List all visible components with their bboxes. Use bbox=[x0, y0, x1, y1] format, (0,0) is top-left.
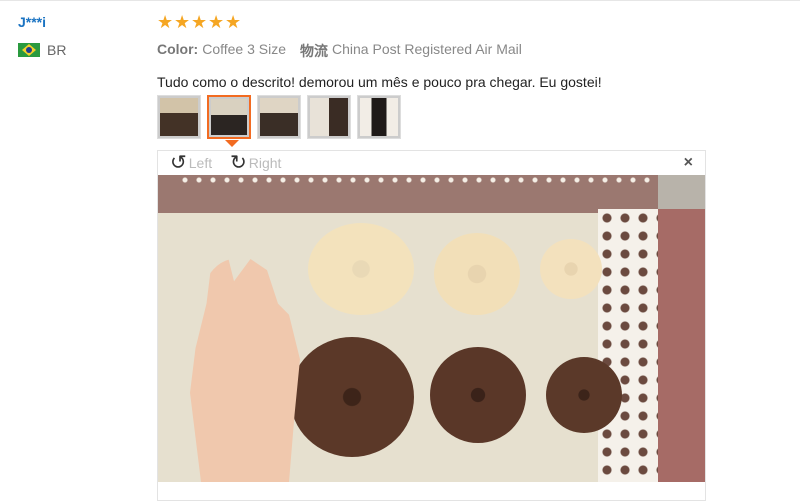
star-icon: ★ bbox=[208, 12, 225, 32]
photo-thumbnails bbox=[157, 95, 401, 139]
color-value: Coffee 3 Size bbox=[202, 41, 287, 57]
review-photo bbox=[158, 175, 705, 482]
star-icon: ★ bbox=[191, 12, 208, 32]
reviewer-name[interactable]: J***i bbox=[18, 14, 66, 30]
thumbnail-active[interactable] bbox=[207, 95, 251, 139]
brazil-flag-icon bbox=[18, 43, 40, 57]
thumbnail[interactable] bbox=[357, 95, 401, 139]
rotate-right-button[interactable]: ↻ Right bbox=[230, 153, 281, 173]
thumbnail[interactable] bbox=[307, 95, 351, 139]
rotate-left-icon: ↺ bbox=[170, 152, 187, 174]
star-icon: ★ bbox=[157, 12, 174, 32]
review-body: ★ ★ ★ ★ ★ Color: Coffee 3 Size 物流 China Po… bbox=[157, 12, 717, 90]
color-label: Color: bbox=[157, 41, 199, 57]
rotate-right-icon: ↻ bbox=[230, 152, 247, 174]
rotate-left-label: Left bbox=[188, 155, 213, 171]
reviewer-info: J***i BR bbox=[18, 14, 66, 58]
active-thumbnail-caret bbox=[225, 140, 239, 147]
photo-viewer: ↺ Left ↻ Right × bbox=[157, 150, 706, 501]
thumbnail[interactable] bbox=[157, 95, 201, 139]
star-icon: ★ bbox=[225, 12, 242, 32]
top-divider bbox=[0, 0, 800, 1]
thumbnail[interactable] bbox=[257, 95, 301, 139]
star-rating: ★ ★ ★ ★ ★ bbox=[157, 12, 717, 36]
rotate-right-label: Right bbox=[248, 155, 282, 171]
shipping-value: China Post Registered Air Mail bbox=[332, 41, 522, 57]
reviewer-country: BR bbox=[18, 42, 66, 58]
viewer-toolbar: ↺ Left ↻ Right × bbox=[158, 151, 705, 175]
shipping-label: 物流 bbox=[300, 43, 329, 59]
star-icon: ★ bbox=[174, 12, 191, 32]
order-meta: Color: Coffee 3 Size 物流 China Post Registe… bbox=[157, 41, 717, 61]
review-text: Tudo como o descrito! demorou um mês e p… bbox=[157, 74, 602, 90]
close-icon[interactable]: × bbox=[684, 154, 693, 172]
rotate-left-button[interactable]: ↺ Left bbox=[170, 153, 212, 173]
country-code: BR bbox=[47, 42, 67, 58]
